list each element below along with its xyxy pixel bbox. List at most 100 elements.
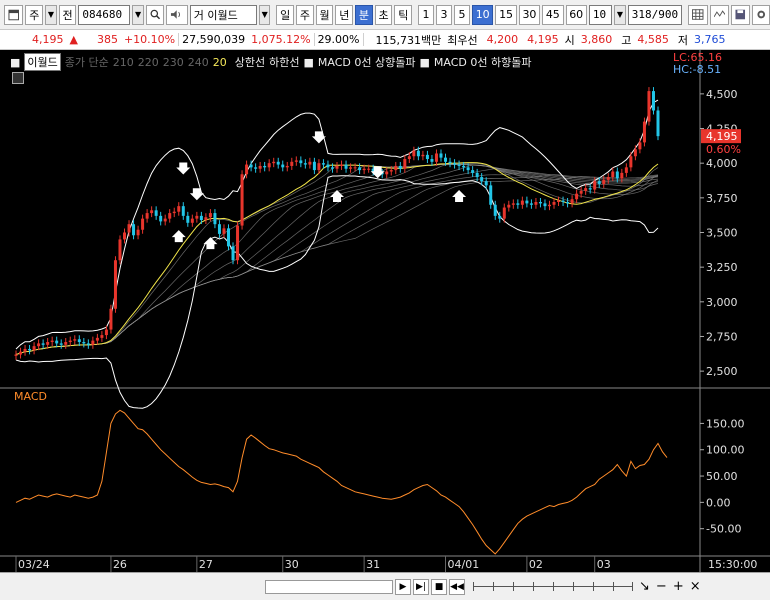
sound-button[interactable] <box>166 4 188 25</box>
save-button[interactable] <box>731 4 750 25</box>
candle-body <box>285 165 289 168</box>
candle-body <box>32 346 36 351</box>
interval-3[interactable]: 3 <box>436 4 452 25</box>
macd-tick-label: 50.00 <box>706 470 738 483</box>
count-input[interactable]: 10 <box>588 4 613 25</box>
macd-tick-label: -50.00 <box>706 523 741 536</box>
macd-down-signal-icon <box>176 162 191 175</box>
candle-body <box>326 164 330 168</box>
candle-body <box>213 213 217 225</box>
code-input[interactable]: 084680 <box>78 4 131 25</box>
candle-body <box>330 167 334 169</box>
interval-5[interactable]: 5 <box>454 4 470 25</box>
close-icon[interactable]: × <box>690 579 701 594</box>
market-button[interactable]: 전 <box>58 4 77 25</box>
candle-body <box>14 354 18 356</box>
zoom-slider[interactable] <box>473 580 633 594</box>
candle-body <box>195 215 199 219</box>
candle-body <box>412 150 416 157</box>
candle-body <box>597 181 601 184</box>
candle-body <box>502 207 506 219</box>
period-day[interactable]: 일 <box>276 4 295 25</box>
low-price: 3,765 <box>694 33 726 46</box>
period-second[interactable]: 초 <box>374 4 393 25</box>
candle-body <box>276 161 280 165</box>
stock-chart[interactable]: 4,5004,2504,0003,7503,5003,2503,0002,750… <box>0 50 770 572</box>
macd-down-signal-icon <box>189 188 204 201</box>
macd-tick-label: 100.00 <box>706 444 745 457</box>
interval-45[interactable]: 45 <box>542 4 564 25</box>
change-percent: +10.10% <box>121 33 180 46</box>
candle-body <box>484 181 488 186</box>
interval-30[interactable]: 30 <box>518 4 541 25</box>
interval-1[interactable]: 1 <box>418 4 434 25</box>
interval-60[interactable]: 60 <box>565 4 587 25</box>
candle-body <box>647 91 651 122</box>
candle-body <box>186 215 190 223</box>
search-button[interactable] <box>145 4 165 25</box>
horizontal-scrollbar[interactable] <box>265 579 393 594</box>
macd-up-signal-icon <box>203 237 218 250</box>
up-arrow-icon: ▲ <box>69 33 78 46</box>
fast-back-icon[interactable]: ◀◀ <box>449 578 465 595</box>
settings-button[interactable] <box>751 4 770 25</box>
table-toggle-icon[interactable] <box>12 72 24 84</box>
period-minute[interactable]: 분 <box>355 4 373 25</box>
interval-15[interactable]: 15 <box>495 4 517 25</box>
candle-body <box>575 193 579 200</box>
interval-10[interactable]: 10 <box>472 4 494 25</box>
candle-body <box>407 156 411 160</box>
stock-name-field[interactable]: 거 이월드 <box>189 4 257 25</box>
candle-body <box>507 204 511 208</box>
window-icon[interactable] <box>4 4 24 25</box>
time-tick-label: 15:30:00 <box>708 558 757 571</box>
period-month[interactable]: 월 <box>315 4 334 25</box>
candle-body <box>453 163 457 165</box>
time-tick-label: 26 <box>113 558 127 571</box>
candle-body <box>367 168 371 170</box>
time-tick-label: 03/24 <box>18 558 50 571</box>
high-label: 고 <box>621 33 632 47</box>
plus-icon[interactable]: + <box>673 579 684 594</box>
candle-body <box>552 202 556 205</box>
grid-settings-button[interactable] <box>688 4 708 25</box>
wave-button[interactable] <box>709 4 729 25</box>
candle-body <box>588 188 592 190</box>
stop-icon[interactable]: ■ <box>431 578 447 595</box>
candle-body <box>95 337 99 341</box>
candle-body <box>611 171 615 178</box>
volume-percent: 1,075.12% <box>248 33 315 46</box>
macd-down-signal-icon <box>311 131 326 144</box>
period-year[interactable]: 년 <box>335 4 354 25</box>
candle-body <box>236 225 240 261</box>
candle-body <box>281 164 285 168</box>
candle-body <box>267 163 271 168</box>
name-dropdown-icon[interactable]: ▼ <box>258 4 271 25</box>
price-tick-label: 4,000 <box>706 157 738 170</box>
stock-type-button[interactable]: 주 <box>25 4 44 25</box>
play-icon[interactable]: ▶ <box>395 578 411 595</box>
chevron-down-icon[interactable]: ▼ <box>45 4 57 25</box>
period-tick[interactable]: 틱 <box>394 4 413 25</box>
period-week[interactable]: 주 <box>296 4 314 25</box>
candle-body <box>104 329 108 336</box>
candle-body <box>525 200 529 204</box>
step-forward-icon[interactable]: ▶| <box>413 578 429 595</box>
code-dropdown-icon[interactable]: ▼ <box>132 4 144 25</box>
candle-body <box>543 203 547 207</box>
chart-area[interactable]: 4,500 4,250 4,000 3,750 3,500 3,250 3,000 2,750… <box>0 50 770 572</box>
minus-icon[interactable]: − <box>656 579 667 594</box>
candle-body <box>145 213 149 219</box>
collapse-icon[interactable]: ↘ <box>639 579 650 594</box>
candle-body <box>249 164 253 168</box>
candle-body <box>389 170 393 172</box>
candle-body <box>561 200 565 202</box>
legend-stock-name[interactable]: 이월드 <box>24 53 61 71</box>
legend-marker-icon-2: ■ <box>303 55 314 69</box>
candle-body <box>466 167 470 171</box>
wave-icon <box>713 10 725 18</box>
candle-body <box>132 224 136 236</box>
count-dropdown-icon[interactable]: ▼ <box>614 4 626 25</box>
candle-body <box>113 260 117 309</box>
candle-body <box>168 213 172 219</box>
